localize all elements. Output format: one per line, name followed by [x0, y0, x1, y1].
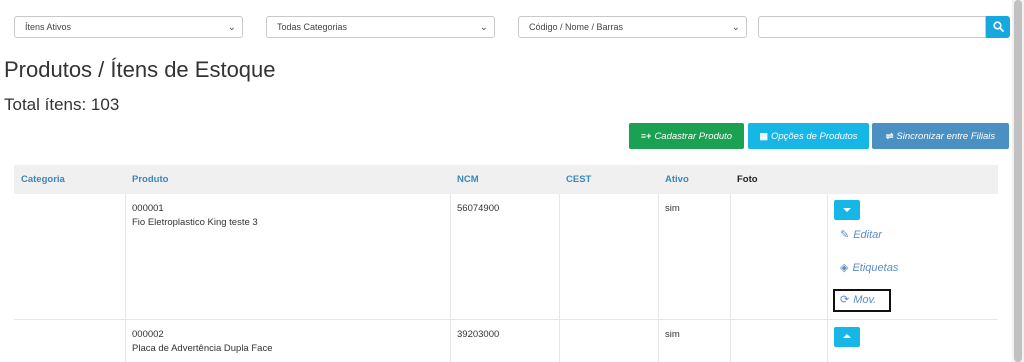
- column-divider: [827, 320, 828, 362]
- column-divider: [125, 194, 126, 319]
- scrollbar-thumb[interactable]: [1014, 0, 1022, 362]
- caret-up-icon: [843, 334, 851, 338]
- page-title: Produtos / Ítens de Estoque: [4, 57, 276, 82]
- status-select[interactable]: Ítens Ativos ⌄: [14, 16, 243, 38]
- column-divider: [450, 320, 451, 362]
- header-cest[interactable]: CEST: [566, 165, 591, 194]
- search-button[interactable]: [986, 16, 1010, 38]
- row-actions-dropdown-button[interactable]: [834, 200, 860, 220]
- column-divider: [827, 194, 828, 319]
- cell-ativo: sim: [665, 329, 680, 340]
- category-select[interactable]: Todas Categorias ⌄: [266, 16, 495, 38]
- column-divider: [658, 320, 659, 362]
- column-divider: [730, 194, 731, 319]
- column-divider: [730, 320, 731, 362]
- grid-icon: ▦: [759, 131, 768, 141]
- cell-codigo: 000001: [132, 203, 164, 214]
- etiquetas-link[interactable]: ◈ Etiquetas: [840, 261, 898, 274]
- opcoes-produtos-label: Opções de Produtos: [770, 131, 858, 142]
- chevron-down-icon: ⌄: [479, 22, 488, 33]
- table-row: 000002 Placa de Advertência Dupla Face 3…: [14, 320, 998, 362]
- column-divider: [658, 194, 659, 319]
- mov-label: Mov.: [853, 294, 877, 306]
- opcoes-produtos-button[interactable]: ▦ Opções de Produtos: [748, 123, 869, 149]
- edit-icon: ✎: [840, 229, 850, 241]
- mov-link[interactable]: ⟳ Mov.: [840, 293, 876, 306]
- list-add-icon: ≡+: [640, 131, 652, 141]
- cell-codigo: 000002: [132, 329, 164, 340]
- status-select-value: Ítens Ativos: [25, 22, 72, 32]
- total-items: Total ítens: 103: [4, 95, 120, 114]
- row-actions-dropdown-button[interactable]: [834, 327, 860, 347]
- chevron-down-icon: ⌄: [227, 22, 236, 33]
- search-field-select-value: Código / Nome / Barras: [529, 22, 624, 32]
- header-produto[interactable]: Produto: [132, 165, 168, 194]
- refresh-icon: ⟳: [840, 294, 850, 306]
- table-row: 000001 Fio Eletroplastico King teste 3 5…: [14, 194, 998, 320]
- column-divider: [450, 194, 451, 319]
- cell-ativo: sim: [665, 203, 680, 214]
- header-categoria[interactable]: Categoria: [21, 165, 65, 194]
- category-select-value: Todas Categorias: [277, 22, 348, 32]
- cell-produto-nome: Placa de Advertência Dupla Face: [132, 343, 273, 354]
- cadastrar-produto-label: Cadastrar Produto: [654, 131, 733, 142]
- tag-icon: ◈: [840, 262, 849, 274]
- column-divider: [559, 320, 560, 362]
- column-divider: [559, 194, 560, 319]
- cadastrar-produto-button[interactable]: ≡+ Cadastrar Produto: [629, 123, 744, 149]
- etiquetas-label: Etiquetas: [852, 262, 899, 274]
- header-ativo[interactable]: Ativo: [665, 165, 689, 194]
- table-header: Categoria Produto NCM CEST Ativo Foto: [14, 165, 998, 194]
- cell-produto-nome: Fio Eletroplastico King teste 3: [132, 217, 258, 228]
- column-divider: [125, 320, 126, 362]
- editar-label: Editar: [853, 229, 882, 241]
- search-field-select[interactable]: Código / Nome / Barras ⌄: [518, 16, 747, 38]
- editar-link[interactable]: ✎ Editar: [840, 228, 882, 241]
- sincronizar-filiais-label: Sincronizar entre Filiais: [896, 131, 996, 142]
- sliders-icon: ⇌: [885, 131, 894, 141]
- sincronizar-filiais-button[interactable]: ⇌ Sincronizar entre Filiais: [872, 123, 1009, 149]
- caret-down-icon: [843, 208, 851, 212]
- search-input[interactable]: [758, 16, 986, 38]
- chevron-down-icon: ⌄: [731, 22, 740, 33]
- cell-ncm: 56074900: [457, 203, 500, 214]
- cell-ncm: 39203000: [457, 329, 500, 340]
- header-ncm[interactable]: NCM: [457, 165, 479, 194]
- search-icon: [993, 21, 1004, 32]
- header-foto: Foto: [737, 174, 758, 185]
